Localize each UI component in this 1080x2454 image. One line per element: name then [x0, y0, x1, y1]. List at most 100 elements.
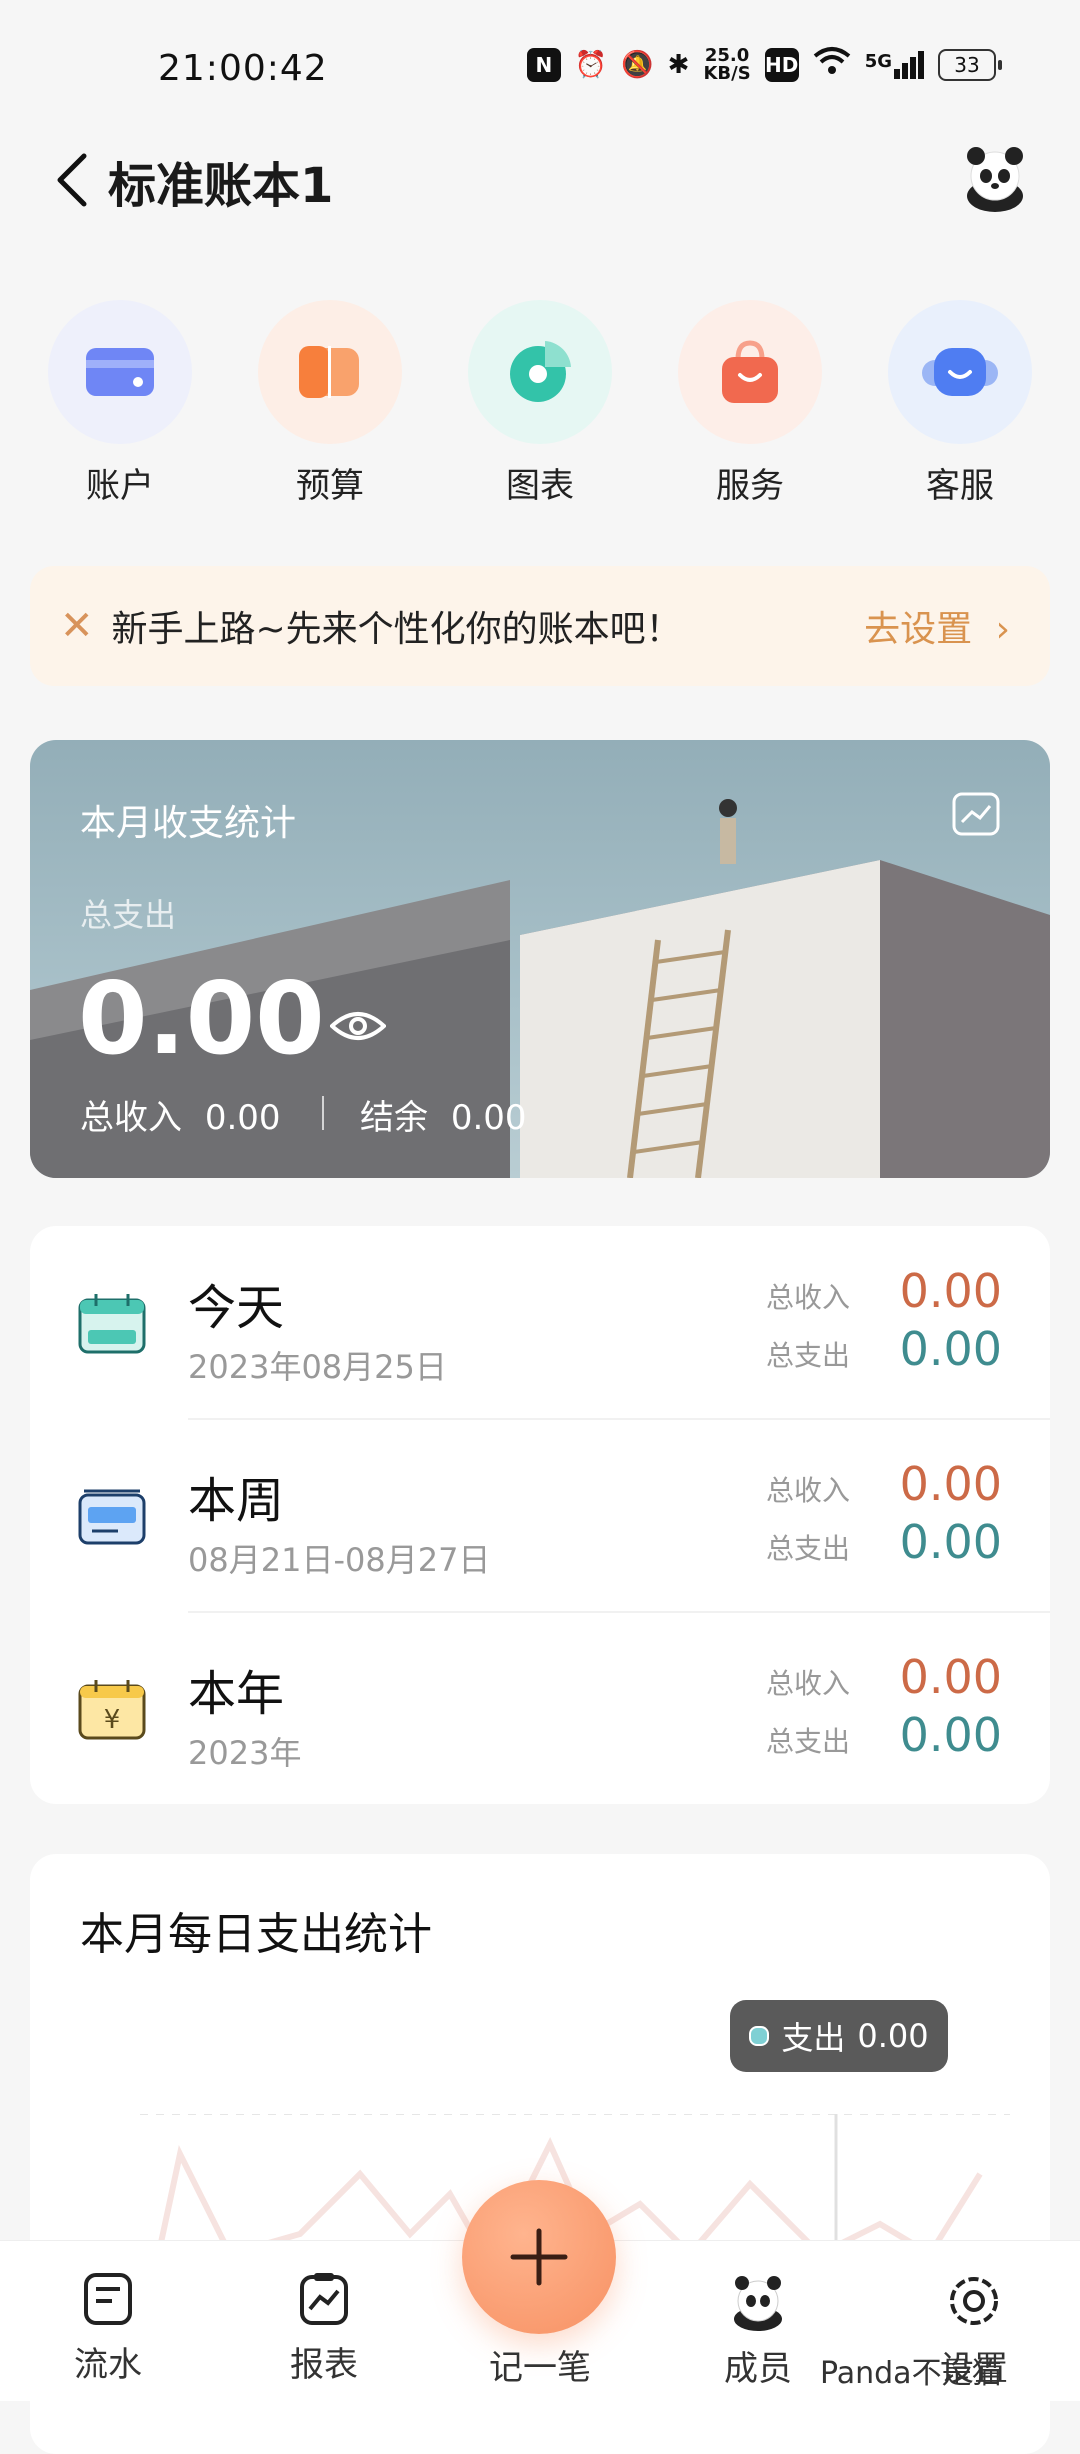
- status-icons: N ⏰ 🔕 ✱ 25.0 KB/S HD 5G 33: [526, 44, 1002, 84]
- quick-account-label: 账户: [86, 466, 154, 506]
- tooltip-value: 0.00: [857, 2017, 929, 2055]
- nav-label: 流水: [74, 2345, 142, 2385]
- hd-badge: HD: [764, 47, 799, 82]
- nav-label: 报表: [290, 2345, 358, 2385]
- chevron-right-icon: ›: [995, 609, 1010, 650]
- bag-icon: [678, 300, 822, 444]
- net-speed-value: 25.0: [704, 44, 750, 66]
- battery-icon: 33: [938, 48, 1002, 81]
- add-record-button[interactable]: [462, 2180, 616, 2334]
- expense-label: 总支出: [765, 1339, 850, 1372]
- income-value: 0.00: [899, 1264, 1002, 1318]
- banner-action[interactable]: 去设置 ›: [864, 600, 1010, 652]
- ledger-icon: [84, 2273, 132, 2325]
- expense-label: 总支出: [765, 1532, 850, 1565]
- report-icon: [300, 2273, 348, 2325]
- svg-text:¥: ¥: [104, 1705, 121, 1735]
- period-name: 今天: [188, 1280, 285, 1336]
- period-row-year[interactable]: ¥ 本年 2023年 总收入 0.00 总支出 0.00: [30, 1612, 1050, 1804]
- page-title: 标准账本1: [108, 158, 334, 214]
- banner-action-label: 去设置: [864, 609, 973, 650]
- quick-service-label: 服务: [716, 466, 784, 506]
- quick-account[interactable]: 账户: [30, 300, 210, 507]
- expense-label: 总支出: [80, 896, 177, 934]
- calendar-year-icon: ¥: [78, 1680, 146, 1740]
- daily-chart-title: 本月每日支出统计: [80, 1909, 432, 1960]
- card-icon: [48, 300, 192, 444]
- period-name: 本年: [188, 1666, 285, 1722]
- income-label: 总收入: [765, 1667, 850, 1700]
- balance-summary: 结余 0.00: [360, 1090, 527, 1139]
- income-value: 0.00: [204, 1098, 281, 1138]
- quick-budget-label: 预算: [296, 466, 364, 506]
- plus-icon: [510, 2228, 568, 2286]
- period-name: 本周: [188, 1473, 285, 1529]
- income-summary: 总收入 0.00: [80, 1090, 281, 1139]
- battery-level: 33: [938, 48, 996, 81]
- quick-support-label: 客服: [926, 466, 994, 506]
- period-date: 2023年08月25日: [188, 1348, 447, 1386]
- monthly-stats-card[interactable]: 本月收支统计 总支出 0.00 总收入 0.00 结余 0.00: [30, 740, 1050, 1178]
- budget-icon: [258, 300, 402, 444]
- mute-icon: 🔕: [621, 49, 654, 80]
- balance-value: 0.00: [450, 1098, 527, 1138]
- quick-service[interactable]: 服务: [660, 300, 840, 507]
- nfc-icon: N: [526, 47, 561, 82]
- close-icon[interactable]: ✕: [60, 603, 94, 649]
- calendar-week-icon: [78, 1489, 146, 1545]
- period-date: 08月21日-08月27日: [188, 1541, 491, 1579]
- watermark: Panda不是猫: [820, 2356, 1002, 2391]
- period-row-week[interactable]: 本周 08月21日-08月27日 总收入 0.00 总支出 0.00: [30, 1419, 1050, 1611]
- net-speed: 25.0 KB/S: [703, 44, 751, 84]
- quick-chart-label: 图表: [506, 466, 574, 506]
- wifi-icon: [813, 46, 851, 83]
- tooltip-label: 支出: [781, 2019, 846, 2057]
- balance-label: 结余: [360, 1098, 428, 1138]
- expense-value: 0.00: [899, 1322, 1002, 1376]
- quick-chart[interactable]: 图表: [450, 300, 630, 507]
- pie-chart-icon: [468, 300, 612, 444]
- alarm-icon: ⏰: [574, 49, 608, 80]
- nav-label: 成员: [724, 2349, 792, 2389]
- chevron-left-icon: [57, 153, 87, 207]
- nav-item-ledger[interactable]: 流水: [38, 2271, 178, 2386]
- nav-item-report[interactable]: 报表: [254, 2271, 394, 2386]
- network-type: 5G: [864, 50, 892, 72]
- banner-text: 新手上路~先来个性化你的账本吧！: [111, 609, 682, 650]
- period-summary-card: 今天 2023年08月25日 总收入 0.00 总支出 0.00 本周 08月2…: [30, 1226, 1050, 1804]
- settings-icon: [950, 2277, 998, 2325]
- legend-dot: [749, 2026, 770, 2046]
- add-record-label: 记一笔: [489, 2348, 591, 2388]
- period-date: 2023年: [188, 1734, 302, 1772]
- period-row-today[interactable]: 今天 2023年08月25日 总收入 0.00 总支出 0.00: [30, 1226, 1050, 1418]
- trend-chart-icon[interactable]: [952, 792, 1000, 836]
- onboarding-banner[interactable]: ✕ 新手上路~先来个性化你的账本吧！ 去设置 ›: [30, 566, 1050, 686]
- panda-avatar-icon: [967, 147, 1023, 212]
- quick-budget[interactable]: 预算: [240, 300, 420, 507]
- expense-label: 总支出: [765, 1725, 850, 1758]
- headset-icon: [888, 300, 1032, 444]
- income-value: 0.00: [899, 1457, 1002, 1511]
- eye-icon[interactable]: [329, 1008, 387, 1048]
- avatar[interactable]: [958, 140, 1032, 214]
- quick-actions: 账户 预算 图表 服务 客服: [30, 300, 1050, 507]
- net-speed-unit: KB/S: [703, 62, 751, 84]
- calendar-today-icon: [78, 1294, 146, 1354]
- member-icon: [734, 2276, 782, 2331]
- monthly-title: 本月收支统计: [80, 803, 297, 844]
- nav-item-member[interactable]: 成员: [688, 2271, 828, 2390]
- income-label: 总收入: [765, 1281, 850, 1314]
- quick-support[interactable]: 客服: [870, 300, 1050, 507]
- expense-value: 0.00: [78, 960, 325, 1077]
- expense-value: 0.00: [899, 1515, 1002, 1569]
- expense-value: 0.00: [899, 1708, 1002, 1762]
- bluetooth-icon: ✱: [667, 49, 690, 80]
- income-label: 总收入: [80, 1098, 182, 1138]
- income-value: 0.00: [899, 1650, 1002, 1704]
- chart-tooltip: 支出 0.00: [730, 2000, 948, 2072]
- back-button[interactable]: [52, 150, 92, 210]
- cellular-signal: 5G: [864, 50, 924, 79]
- status-time: 21:00:42: [158, 48, 328, 89]
- income-label: 总收入: [765, 1474, 850, 1507]
- divider: [322, 1096, 324, 1130]
